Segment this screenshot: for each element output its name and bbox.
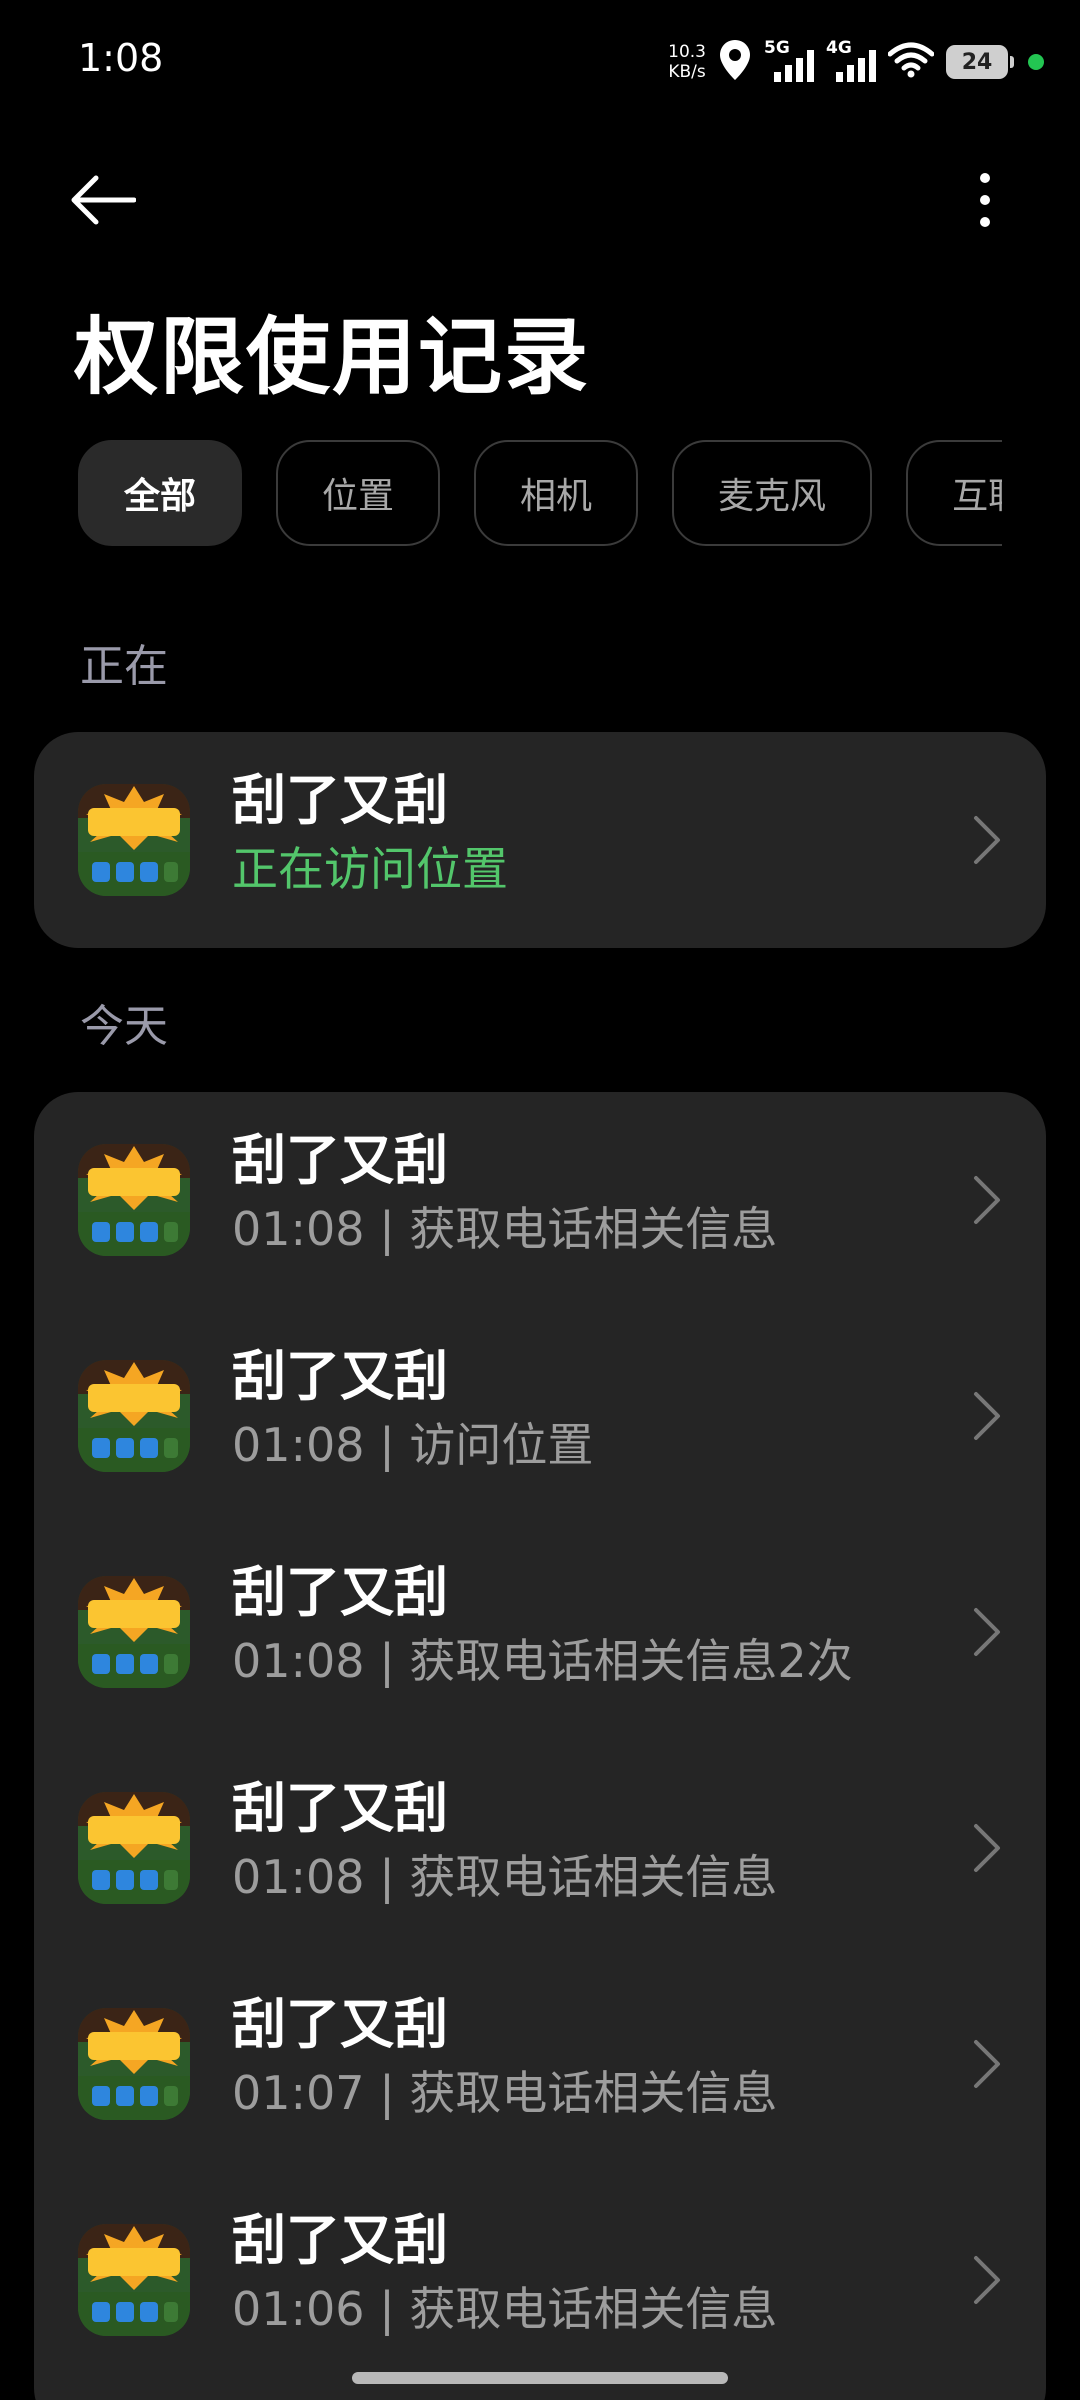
app-name: 刮了又刮 xyxy=(232,1777,448,1840)
filter-chip-nearby-devices[interactable]: 互联 xyxy=(906,440,1002,546)
permission-history-screen: 1:08 10.3 KB/s 5G 4G 24 权限使用记录 全部 位置 相机 … xyxy=(0,0,1080,2400)
section-header-today: 今天 xyxy=(80,1001,168,1052)
page-title: 权限使用记录 xyxy=(74,308,591,406)
app-name: 刮了又刮 xyxy=(232,769,448,832)
access-time: 01:08 xyxy=(232,1418,365,1472)
list-item[interactable]: 刮了又刮 01:06 | 获取电话相关信息 xyxy=(34,2172,1046,2388)
filter-chip-location[interactable]: 位置 xyxy=(276,440,441,546)
chevron-right-icon xyxy=(974,2040,1000,2088)
list-item[interactable]: 刮了又刮 正在访问位置 xyxy=(34,732,1046,948)
app-name: 刮了又刮 xyxy=(232,2209,448,2272)
access-action: 获取电话相关信息2次 xyxy=(409,1634,853,1688)
access-record: 01:08 | 访问位置 xyxy=(232,1412,593,1478)
filter-chips: 全部 位置 相机 麦克风 互联 xyxy=(78,440,1002,550)
chevron-right-icon xyxy=(974,2256,1000,2304)
access-action: 访问位置 xyxy=(409,1418,594,1472)
app-name: 刮了又刮 xyxy=(232,1993,448,2056)
access-record: 01:06 | 获取电话相关信息 xyxy=(232,2276,777,2342)
separator: | xyxy=(379,2282,395,2336)
chevron-right-icon xyxy=(974,1608,1000,1656)
chevron-right-icon xyxy=(974,1392,1000,1440)
app-icon-art xyxy=(78,2008,190,2120)
more-vertical-icon xyxy=(980,173,990,227)
list-item[interactable]: 刮了又刮 01:08 | 获取电话相关信息 xyxy=(34,1092,1046,1308)
chevron-right-icon xyxy=(974,1176,1000,1224)
app-icon xyxy=(78,1360,190,1472)
separator: | xyxy=(379,1418,395,1472)
app-icon xyxy=(78,1792,190,1904)
battery-icon: 24 xyxy=(946,45,1014,79)
separator: | xyxy=(379,2066,395,2120)
chevron-right-icon xyxy=(974,1824,1000,1872)
access-record: 01:08 | 获取电话相关信息2次 xyxy=(232,1628,853,1694)
status-icons: 10.3 KB/s 5G 4G 24 xyxy=(668,30,1044,94)
app-icon xyxy=(78,1144,190,1256)
filter-chip-all[interactable]: 全部 xyxy=(78,440,243,546)
app-icon xyxy=(78,784,190,896)
app-name: 刮了又刮 xyxy=(232,1129,448,1192)
app-icon-art xyxy=(78,784,190,896)
list-item[interactable]: 刮了又刮 01:08 | 获取电话相关信息2次 xyxy=(34,1524,1046,1740)
filter-chip-camera[interactable]: 相机 xyxy=(474,440,639,546)
network-speed-unit: KB/s xyxy=(668,62,706,82)
app-icon-art xyxy=(78,1792,190,1904)
signal-4g-icon: 4G xyxy=(826,38,876,86)
list-item[interactable]: 刮了又刮 01:08 | 获取电话相关信息 xyxy=(34,1740,1046,1956)
network-speed: 10.3 KB/s xyxy=(668,42,706,82)
chevron-right-icon xyxy=(974,816,1000,864)
access-status: 正在访问位置 xyxy=(232,842,508,896)
app-icon xyxy=(78,1576,190,1688)
home-indicator[interactable] xyxy=(352,2372,728,2384)
access-time: 01:08 xyxy=(232,1634,365,1688)
access-record: 01:08 | 获取电话相关信息 xyxy=(232,1844,777,1910)
access-record: 01:07 | 获取电话相关信息 xyxy=(232,2060,777,2126)
more-options-button[interactable] xyxy=(960,160,1010,240)
app-icon-art xyxy=(78,1360,190,1472)
app-icon-art xyxy=(78,2224,190,2336)
access-action: 获取电话相关信息 xyxy=(409,2282,778,2336)
battery-level: 24 xyxy=(961,49,993,75)
app-name: 刮了又刮 xyxy=(232,1345,448,1408)
app-name: 刮了又刮 xyxy=(232,1561,448,1624)
location-icon xyxy=(718,38,752,86)
back-button[interactable] xyxy=(70,160,150,240)
privacy-indicator-dot xyxy=(1028,54,1044,70)
access-record: 01:08 | 获取电话相关信息 xyxy=(232,1196,777,1262)
filter-chip-microphone[interactable]: 麦克风 xyxy=(672,440,873,546)
status-time: 1:08 xyxy=(78,36,164,80)
app-icon xyxy=(78,2224,190,2336)
access-time: 01:06 xyxy=(232,2282,365,2336)
access-action: 获取电话相关信息 xyxy=(409,2066,778,2120)
separator: | xyxy=(379,1634,395,1688)
separator: | xyxy=(379,1202,395,1256)
list-item[interactable]: 刮了又刮 01:08 | 访问位置 xyxy=(34,1308,1046,1524)
wifi-icon xyxy=(887,42,935,82)
list-item[interactable]: 刮了又刮 01:07 | 获取电话相关信息 xyxy=(34,1956,1046,2172)
current-card: 刮了又刮 正在访问位置 xyxy=(34,732,1046,948)
app-icon-art xyxy=(78,1144,190,1256)
separator: | xyxy=(379,1850,395,1904)
access-action: 获取电话相关信息 xyxy=(409,1850,778,1904)
app-icon-art xyxy=(78,1576,190,1688)
access-time: 01:07 xyxy=(232,2066,365,2120)
today-card: 刮了又刮 01:08 | 获取电话相关信息 刮了又刮 01:08 | 访问位置 … xyxy=(34,1092,1046,2400)
network-speed-value: 10.3 xyxy=(668,42,706,62)
app-icon xyxy=(78,2008,190,2120)
access-time: 01:08 xyxy=(232,1202,365,1256)
access-time: 01:08 xyxy=(232,1850,365,1904)
back-arrow-icon xyxy=(71,175,136,225)
section-header-current: 正在 xyxy=(80,641,168,692)
signal-5g-icon: 5G xyxy=(764,38,814,86)
access-action: 获取电话相关信息 xyxy=(409,1202,778,1256)
